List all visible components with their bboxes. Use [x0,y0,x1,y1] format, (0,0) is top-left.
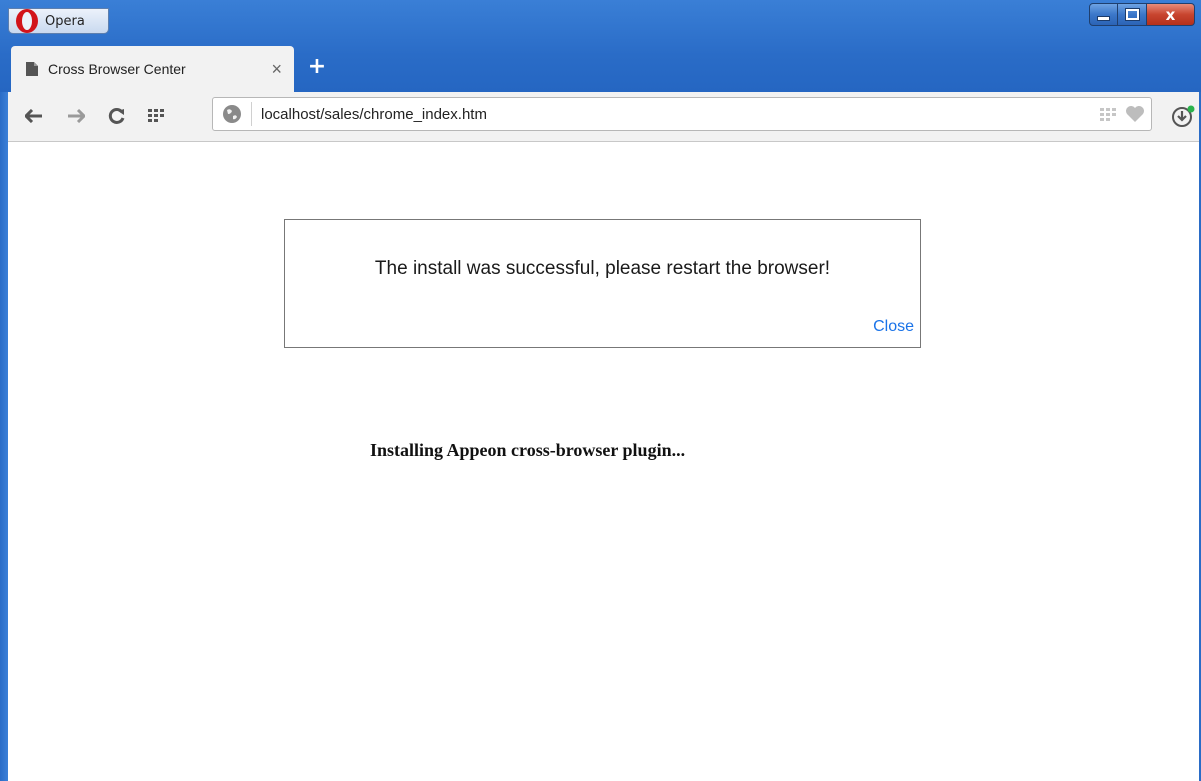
window-left-border [0,92,8,781]
maximize-icon [1124,8,1140,21]
window-controls: x [1089,3,1195,26]
add-to-speed-dial-icon[interactable] [1099,105,1119,123]
maximize-button[interactable] [1118,3,1147,26]
close-icon: x [1165,5,1176,24]
reload-button[interactable] [105,104,129,128]
dialog-message: The install was successful, please resta… [374,258,831,279]
forward-button[interactable] [64,104,88,128]
speed-dial-icon [148,109,164,122]
download-icon[interactable] [1170,104,1196,130]
address-bar[interactable]: localhost/sales/chrome_index.htm [212,97,1152,131]
reload-icon [108,107,125,124]
install-status-text: Installing Appeon cross-browser plugin..… [370,440,686,460]
install-dialog: The install was successful, please resta… [284,219,921,348]
plus-icon: + [307,53,327,79]
forward-arrow-icon [68,109,85,123]
opera-menu-label: Opera [45,13,85,29]
toolbar: localhost/sales/chrome_index.htm [8,92,1199,142]
address-divider [251,102,252,126]
address-text[interactable]: localhost/sales/chrome_index.htm [261,106,1099,123]
page-icon [26,62,38,76]
heart-icon[interactable] [1125,105,1145,123]
new-tab-button[interactable]: + [305,53,329,79]
opera-menu-button[interactable]: Opera [8,8,109,34]
minimize-button[interactable] [1089,3,1118,26]
back-arrow-icon [25,109,42,123]
window-close-button[interactable]: x [1147,3,1195,26]
dialog-close-link[interactable]: Close [873,318,914,336]
globe-icon[interactable] [221,103,243,125]
tab-close-icon[interactable]: × [271,60,282,78]
opera-logo-icon [15,8,39,33]
back-button[interactable] [22,104,46,128]
tab-title: Cross Browser Center [48,61,186,77]
tab-cross-browser-center[interactable]: Cross Browser Center × [11,46,294,92]
speed-dial-button[interactable] [144,104,168,128]
minimize-icon [1097,16,1110,21]
